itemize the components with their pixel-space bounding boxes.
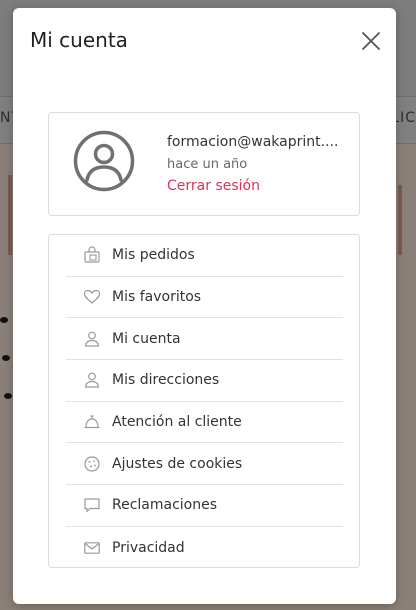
background-decoration: [398, 185, 402, 255]
menu-label: Mis favoritos: [112, 289, 202, 306]
bell-icon: [82, 412, 102, 432]
close-icon: [362, 32, 380, 50]
logout-link[interactable]: Cerrar sesión: [167, 178, 260, 194]
background-decoration: [8, 175, 12, 255]
close-button[interactable]: [360, 30, 382, 52]
background-decoration: [2, 355, 10, 361]
heart-icon: [82, 287, 102, 307]
user-circle-icon: [73, 130, 135, 192]
menu-list: Mis pedidos Mis favoritos Mi cuenta Mis …: [66, 235, 343, 569]
account-card: formacion@wakaprint.... hace un año Cerr…: [48, 112, 360, 216]
mail-icon: [82, 538, 102, 558]
menu-label: Ajustes de cookies: [112, 455, 243, 472]
menu-item-customer-service[interactable]: Atención al cliente: [66, 402, 343, 444]
menu-item-orders[interactable]: Mis pedidos: [66, 235, 343, 277]
modal-title: Mi cuenta: [30, 28, 128, 52]
avatar: [73, 130, 135, 192]
menu-label: Privacidad: [112, 539, 185, 556]
menu-label: Mis pedidos: [112, 247, 195, 264]
user-icon: [82, 370, 102, 390]
account-menu: Mis pedidos Mis favoritos Mi cuenta Mis …: [48, 234, 360, 568]
menu-label: Reclamaciones: [112, 497, 218, 514]
menu-item-privacy[interactable]: Privacidad: [66, 527, 343, 569]
menu-item-cookie-settings[interactable]: Ajustes de cookies: [66, 443, 343, 486]
menu-item-account[interactable]: Mi cuenta: [66, 318, 343, 361]
shopping-bag-icon: [82, 245, 102, 265]
menu-label: Atención al cliente: [112, 414, 242, 431]
menu-label: Mi cuenta: [112, 330, 181, 347]
account-time: hace un año: [167, 157, 248, 172]
menu-item-addresses[interactable]: Mis direcciones: [66, 360, 343, 402]
menu-label: Mis direcciones: [112, 372, 220, 389]
user-icon: [82, 329, 102, 349]
account-modal: Mi cuenta formacion@wakaprint.... hace u…: [13, 8, 396, 604]
background-decoration: [4, 393, 12, 399]
background-decoration: [0, 317, 8, 323]
chat-icon: [82, 495, 102, 515]
cookie-icon: [82, 454, 102, 474]
menu-item-complaints[interactable]: Reclamaciones: [66, 485, 343, 527]
menu-item-favorites[interactable]: Mis favoritos: [66, 277, 343, 319]
account-email: formacion@wakaprint....: [167, 134, 339, 150]
